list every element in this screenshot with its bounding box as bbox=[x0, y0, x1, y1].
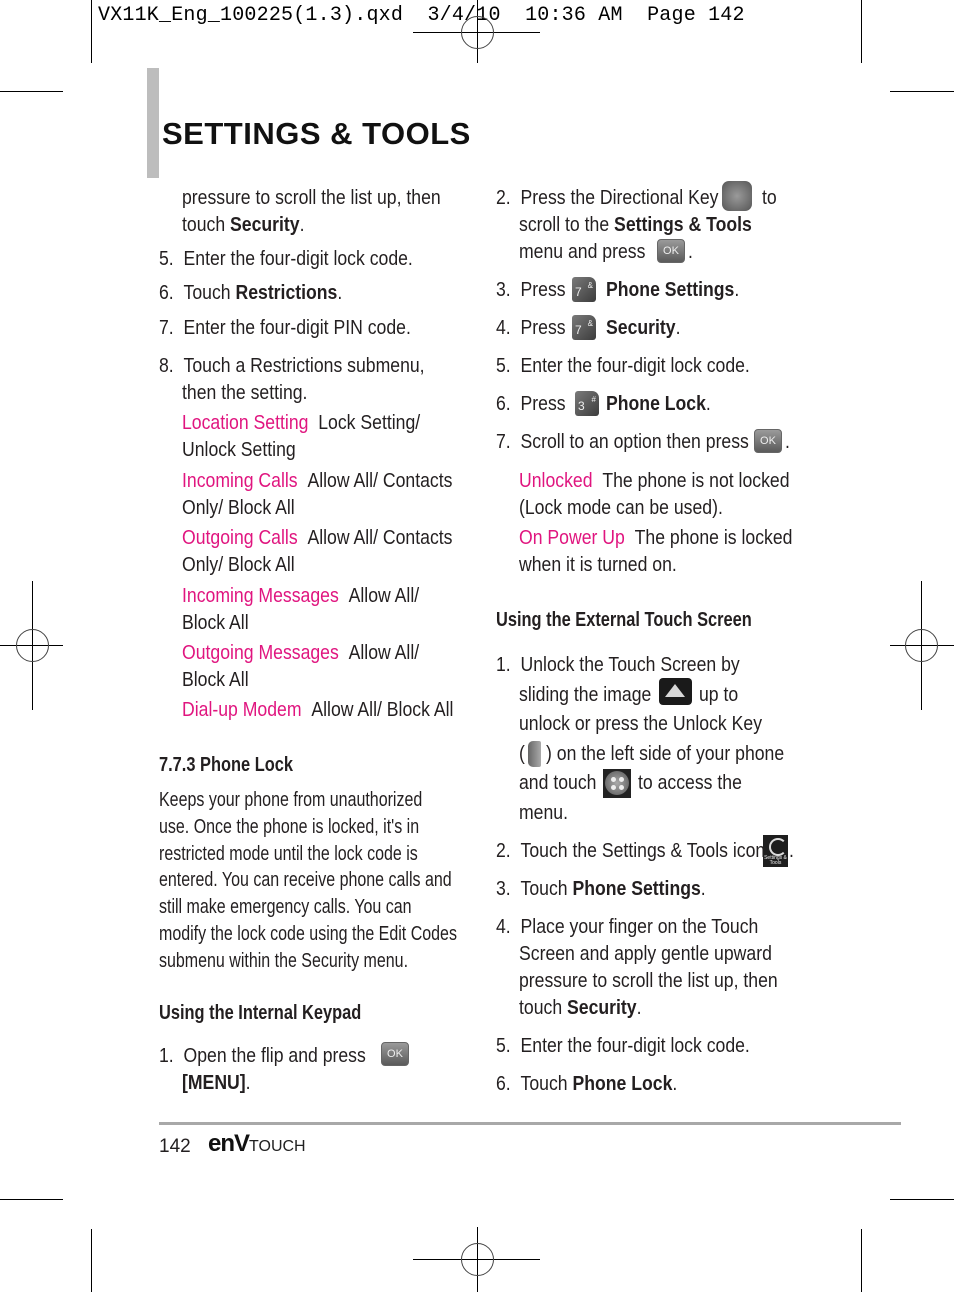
option-unlocked: Unlocked The phone is not locked bbox=[519, 469, 790, 492]
list-item-cont: unlock or press the Unlock Key bbox=[519, 712, 763, 735]
crop-mark bbox=[0, 1199, 63, 1200]
punctuation: . bbox=[688, 240, 693, 263]
ok-key-icon: OK bbox=[381, 1042, 409, 1066]
list-item-cont: pressure to scroll the list up, then bbox=[519, 969, 778, 992]
option-incoming-messages: Incoming Messages Allow All/ bbox=[182, 584, 420, 607]
step-continuation: touch Security. bbox=[182, 213, 305, 236]
list-item-cont: scroll to the Settings & Tools bbox=[519, 213, 752, 236]
list-item: 3. Press bbox=[496, 278, 566, 301]
paragraph-line: restricted mode until the lock code is bbox=[159, 843, 418, 865]
list-item: 4. Press bbox=[496, 316, 566, 339]
list-item-cont: then the setting. bbox=[182, 381, 308, 404]
list-item-cont: ) on the left side of your phone bbox=[546, 742, 785, 765]
option-desc: Only/ Block All bbox=[182, 496, 295, 519]
key-7-icon: 7 & bbox=[572, 277, 596, 302]
list-item: 8. Touch a Restrictions submenu, bbox=[159, 354, 425, 377]
list-item: 2. Touch the Settings & Tools icon bbox=[496, 839, 766, 862]
list-item: 5. Enter the four-digit lock code. bbox=[496, 354, 750, 377]
subsection-heading: 7.7.3 Phone Lock bbox=[159, 754, 293, 776]
option-desc: Unlock Setting bbox=[182, 438, 296, 461]
option-desc: Block All bbox=[182, 668, 249, 691]
paragraph-line: use. Once the phone is locked, it's in bbox=[159, 816, 420, 838]
section-title: SETTINGS & TOOLS bbox=[162, 116, 471, 151]
paragraph-line: still make emergency calls. You can bbox=[159, 896, 412, 918]
brand-logo: enVTOUCH bbox=[208, 1130, 306, 1157]
print-slug: VX11K_Eng_100225(1.3).qxd 3/4/10 10:36 A… bbox=[98, 4, 745, 27]
list-item-cont: and touch bbox=[519, 771, 597, 794]
list-item: 1. Open the flip and press bbox=[159, 1044, 366, 1067]
crop-mark bbox=[861, 0, 862, 63]
footer-rule bbox=[159, 1122, 901, 1125]
paragraph-line: submenu within the Security menu. bbox=[159, 950, 409, 972]
list-item-cont: touch Security. bbox=[519, 996, 642, 1019]
menu-item-label: Phone Settings. bbox=[606, 278, 740, 301]
list-item: 7. Enter the four-digit PIN code. bbox=[159, 316, 411, 339]
section-tab-bar bbox=[147, 68, 159, 178]
subsection-heading: Using the External Touch Screen bbox=[496, 609, 752, 631]
list-item: 3. Touch Phone Settings. bbox=[496, 877, 706, 900]
option-desc: when it is turned on. bbox=[519, 553, 677, 576]
list-item-cont: ( bbox=[519, 742, 525, 765]
list-item: 6. Press bbox=[496, 392, 566, 415]
settings-tools-icon: Settings & Tools bbox=[763, 835, 788, 867]
paragraph-line: entered. You can receive phone calls and bbox=[159, 869, 452, 891]
directional-key-icon bbox=[722, 181, 752, 211]
list-item: 7. Scroll to an option then press bbox=[496, 430, 749, 453]
list-item: 5. Enter the four-digit lock code. bbox=[159, 247, 413, 270]
punctuation: . bbox=[789, 839, 794, 862]
punctuation: . bbox=[785, 430, 790, 453]
key-7-icon: 7 & bbox=[572, 315, 596, 340]
option-outgoing-calls: Outgoing Calls Allow All/ Contacts bbox=[182, 526, 453, 549]
option-desc: (Lock mode can be used). bbox=[519, 496, 723, 519]
crop-mark bbox=[91, 0, 92, 63]
list-item-cont: menu. bbox=[519, 801, 569, 824]
unlock-key-icon bbox=[528, 741, 541, 767]
crop-mark bbox=[890, 1199, 954, 1200]
ok-key-icon: OK bbox=[657, 239, 685, 263]
ok-key-icon: OK bbox=[754, 429, 782, 453]
option-incoming-calls: Incoming Calls Allow All/ Contacts bbox=[182, 469, 453, 492]
list-item-cont: to bbox=[762, 186, 777, 209]
list-item-cont: [MENU]. bbox=[182, 1071, 251, 1094]
list-item: 5. Enter the four-digit lock code. bbox=[496, 1034, 750, 1057]
option-desc: Only/ Block All bbox=[182, 553, 295, 576]
list-item: 6. Touch Restrictions. bbox=[159, 281, 343, 304]
menu-item-label: Phone Lock. bbox=[606, 392, 711, 415]
option-on-power-up: On Power Up The phone is locked bbox=[519, 526, 793, 549]
menu-icon bbox=[603, 769, 631, 798]
option-location-setting: Location Setting Lock Setting/ bbox=[182, 411, 421, 434]
crop-mark bbox=[0, 91, 63, 92]
list-item: 1. Unlock the Touch Screen by bbox=[496, 653, 740, 676]
option-dial-up-modem: Dial-up Modem Allow All/ Block All bbox=[182, 698, 454, 721]
list-item: 6. Touch Phone Lock. bbox=[496, 1072, 678, 1095]
subsection-heading: Using the Internal Keypad bbox=[159, 1002, 362, 1024]
crop-mark bbox=[890, 91, 954, 92]
paragraph-line: Keeps your phone from unauthorized bbox=[159, 789, 423, 811]
list-item-cont: sliding the image bbox=[519, 683, 652, 706]
menu-item-label: Security. bbox=[606, 316, 681, 339]
list-item-cont: menu and press bbox=[519, 240, 646, 263]
key-3-icon: 3 # bbox=[575, 391, 599, 416]
unlock-slider-icon bbox=[659, 678, 692, 705]
paragraph-line: modify the lock code using the Edit Code… bbox=[159, 923, 457, 945]
list-item: 2. Press the Directional Key bbox=[496, 186, 719, 209]
list-item: 4. Place your finger on the Touch bbox=[496, 915, 759, 938]
option-desc: Block All bbox=[182, 611, 249, 634]
step-continuation: pressure to scroll the list up, then bbox=[182, 186, 441, 209]
page-number: 142 bbox=[159, 1136, 191, 1157]
list-item-cont: up to bbox=[699, 683, 739, 706]
list-item-cont: to access the bbox=[638, 771, 742, 794]
list-item-cont: Screen and apply gentle upward bbox=[519, 942, 772, 965]
crop-mark bbox=[861, 1229, 862, 1292]
crop-mark bbox=[91, 1229, 92, 1292]
option-outgoing-messages: Outgoing Messages Allow All/ bbox=[182, 641, 420, 664]
